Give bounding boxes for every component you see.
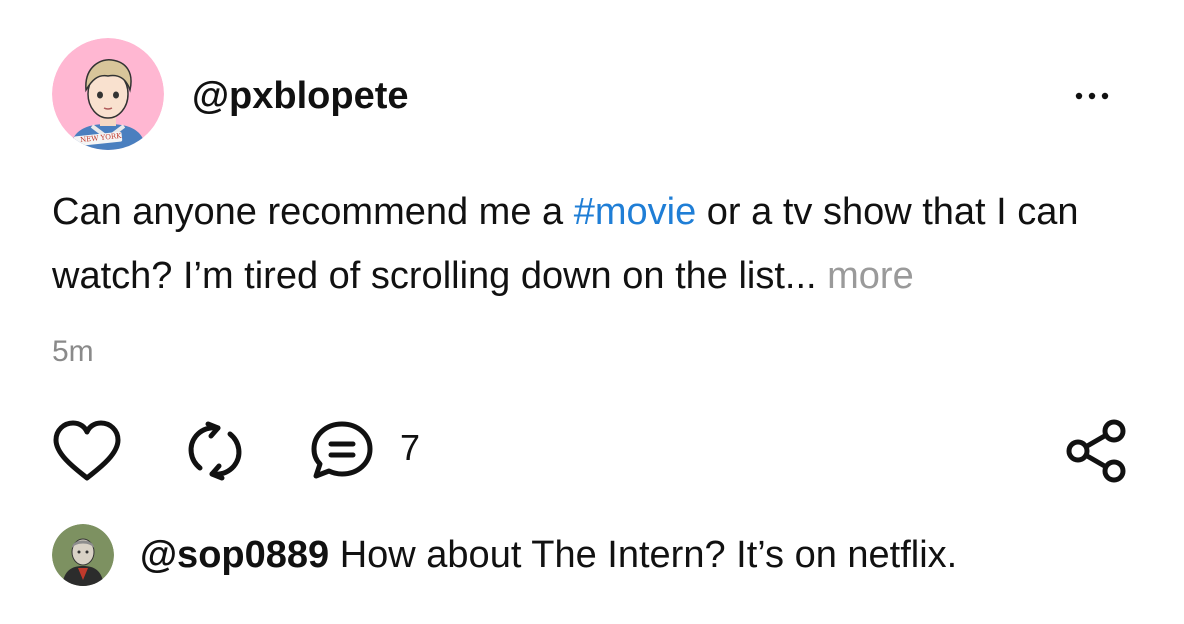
author-avatar[interactable]: NEW YORK xyxy=(52,38,164,150)
comment-button[interactable] xyxy=(306,416,378,486)
post-timestamp: 5m xyxy=(52,335,94,368)
post-text-start: Can anyone recommend me a xyxy=(52,191,574,233)
share-button[interactable] xyxy=(1062,416,1132,486)
post-username[interactable]: @pxblopete xyxy=(192,74,409,118)
reply-preview[interactable]: @sop0889 How about The Intern? It’s on n… xyxy=(140,532,957,578)
post-body: Can anyone recommend me a #movie or a tv… xyxy=(52,180,1142,308)
more-horizontal-icon xyxy=(1075,92,1109,100)
reply-text: How about The Intern? It’s on netflix. xyxy=(329,534,958,576)
reply-username[interactable]: @sop0889 xyxy=(140,534,329,576)
share-icon xyxy=(1066,419,1126,483)
heart-icon xyxy=(53,420,121,481)
comment-icon xyxy=(311,421,373,479)
repost-icon xyxy=(188,421,242,481)
repost-button[interactable] xyxy=(180,418,250,484)
hashtag-link[interactable]: #movie xyxy=(574,191,697,233)
reply-avatar[interactable] xyxy=(52,524,114,586)
more-menu-button[interactable] xyxy=(1068,88,1116,104)
more-link[interactable]: more xyxy=(817,255,914,297)
reply-avatar-illustration xyxy=(52,524,114,586)
comment-count: 7 xyxy=(400,427,421,468)
like-button[interactable] xyxy=(50,418,124,484)
